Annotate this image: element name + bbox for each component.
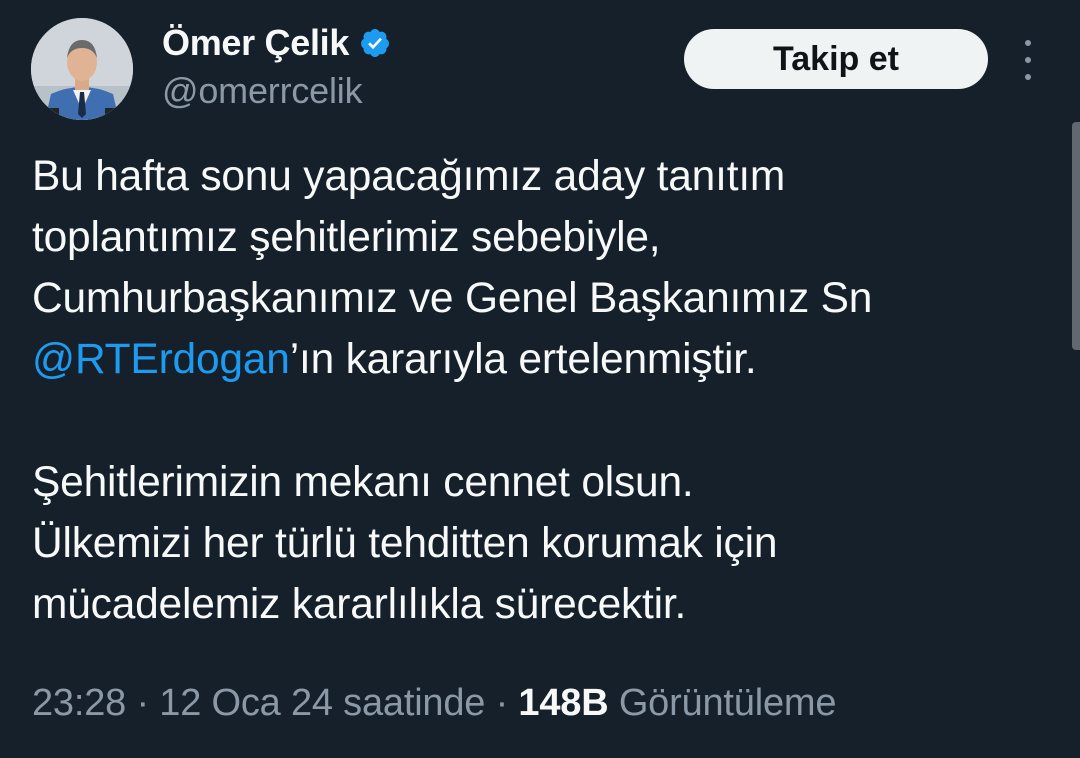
avatar-photo (31, 18, 133, 120)
meta-separator: · (126, 682, 160, 724)
mention-suffix: ’ın kararıyla ertelenmiştir. (289, 336, 757, 383)
verified-badge-icon (359, 27, 391, 59)
tweet-date[interactable]: 12 Oca 24 saatinde (159, 682, 485, 724)
follow-button[interactable]: Takip et (684, 29, 988, 89)
meta-separator: · (485, 682, 519, 724)
mention-link[interactable]: @RTErdogan (32, 336, 290, 383)
scrollbar[interactable] (1072, 122, 1080, 350)
dot (1025, 74, 1031, 80)
tweet-line: mücadelemiz kararlılıkla sürecektir. (32, 581, 687, 628)
tweet-card: Ömer Çelik @omerrcelik Takip et Bu hafta… (0, 0, 1080, 758)
views-count: 148B (518, 682, 609, 724)
tweet-text: Bu hafta sonu yapacağımız aday tanıtım t… (32, 146, 1042, 635)
dot (1025, 57, 1031, 63)
tweet-line: toplantımız şehitlerimiz sebebiyle, (32, 214, 661, 261)
tweet-line: Bu hafta sonu yapacağımız aday tanıtım (32, 153, 786, 200)
tweet-line: Şehitlerimizin mekanı cennet olsun. (32, 459, 694, 506)
tweet-line: Ülkemizi her türlü tehditten korumak içi… (32, 520, 778, 567)
dot (1025, 40, 1031, 46)
tweet-time[interactable]: 23:28 (32, 682, 126, 724)
views-label: Görüntüleme (618, 682, 837, 724)
author-handle[interactable]: @omerrcelik (162, 70, 363, 112)
tweet-line: Cumhurbaşkanımız ve Genel Başkanımız Sn (32, 275, 873, 322)
tweet-meta: 23:28 · 12 Oca 24 saatinde · 148B Görünt… (32, 678, 836, 728)
more-options-icon[interactable] (1016, 40, 1040, 80)
avatar[interactable] (31, 18, 133, 120)
tweet-line-with-mention: @RTErdogan’ın kararıyla ertelenmiştir. (32, 329, 1042, 390)
author-display-name[interactable]: Ömer Çelik (162, 22, 349, 64)
author-name-row: Ömer Çelik (162, 20, 391, 66)
